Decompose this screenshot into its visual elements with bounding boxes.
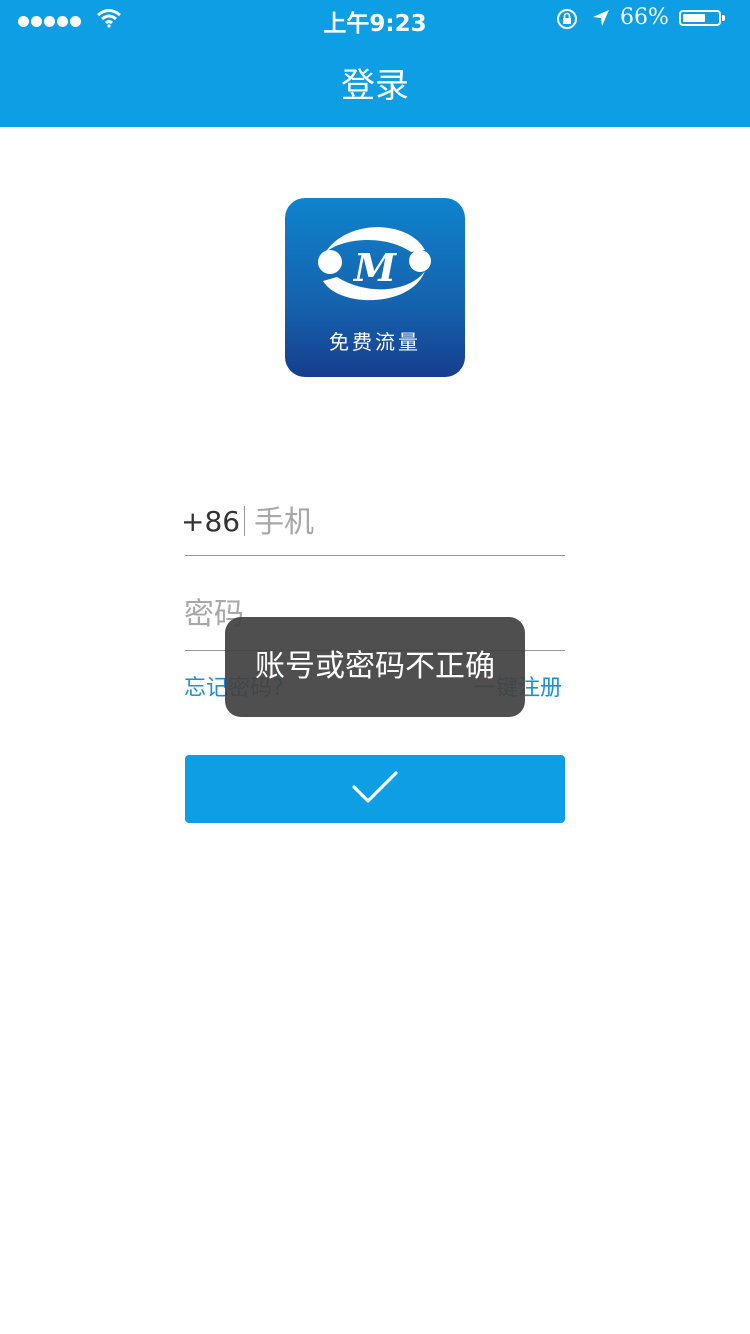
login-button[interactable] (185, 755, 565, 823)
country-code[interactable]: +86 (181, 505, 240, 538)
phone-input[interactable] (254, 500, 564, 544)
page-title: 登录 (341, 66, 409, 106)
battery-tip (722, 15, 725, 21)
error-toast: 账号或密码不正确 (225, 617, 525, 717)
logo-emblem-icon: M (318, 227, 431, 301)
status-bar: 上午9:23 66% (0, 0, 750, 40)
orientation-lock-icon (557, 9, 577, 29)
checkmark-icon (352, 771, 398, 803)
app-logo: M 免费流量 (285, 198, 465, 377)
battery-percentage: 66% (620, 5, 669, 30)
svg-text:M: M (352, 245, 397, 290)
location-arrow-icon (593, 10, 609, 26)
phone-underline (185, 555, 565, 556)
logo-text: 免费流量 (329, 330, 421, 354)
phone-divider (244, 506, 245, 536)
top-bar: 上午9:23 66% 登录 (0, 0, 750, 127)
battery-icon (679, 10, 721, 26)
battery-level (683, 14, 705, 22)
